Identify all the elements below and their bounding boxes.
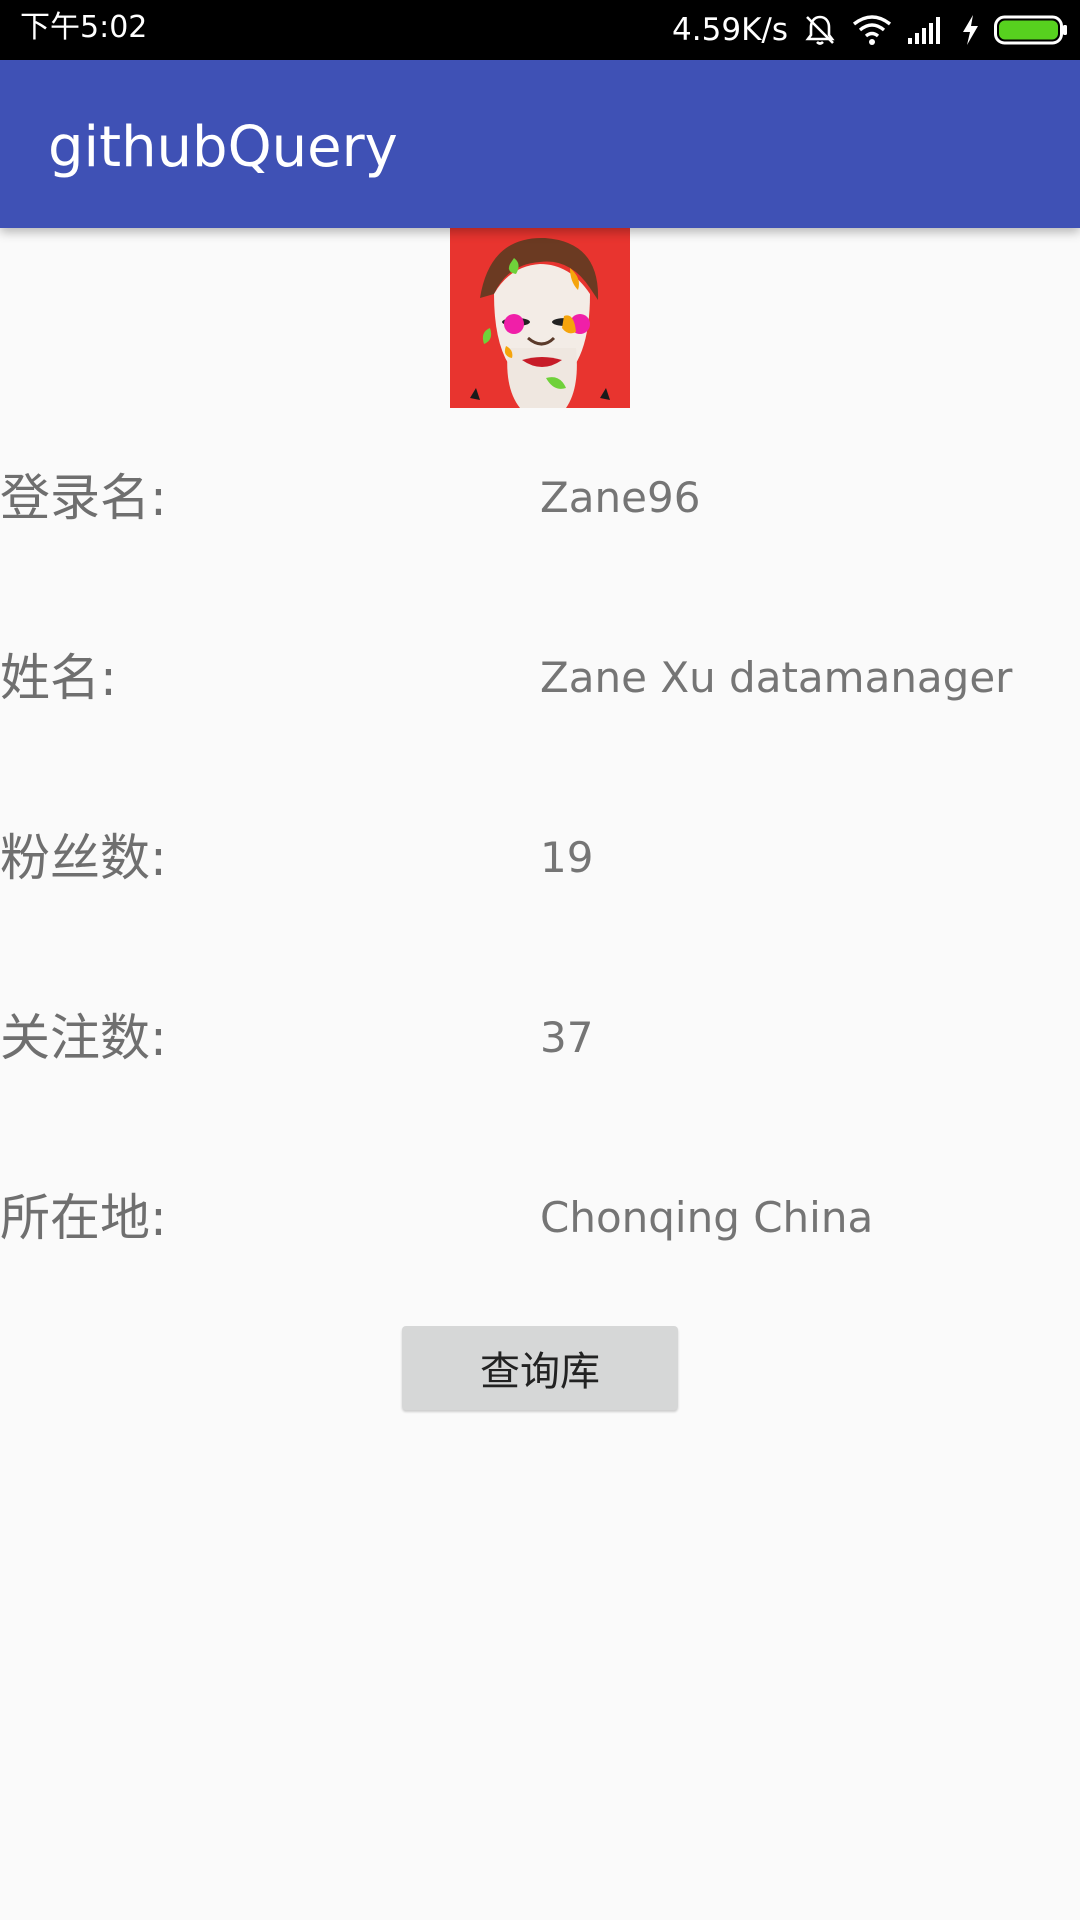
name-value: Zane Xu datamanager: [540, 653, 1013, 702]
login-name-value: Zane96: [540, 473, 701, 522]
followers-label: 粉丝数:: [0, 829, 167, 887]
name-label: 姓名:: [0, 649, 117, 707]
following-label: 关注数:: [0, 1009, 167, 1067]
signal-icon: [906, 14, 946, 46]
charging-icon: [960, 14, 980, 46]
location-label: 所在地:: [0, 1189, 167, 1247]
wifi-icon: [852, 14, 892, 46]
query-repos-button[interactable]: 查询库: [402, 1326, 678, 1410]
network-speed: 4.59K/s: [672, 12, 788, 48]
status-icons: 4.59K/s: [672, 8, 1068, 52]
followers-value: 19: [540, 833, 594, 882]
user-avatar: [450, 228, 630, 408]
status-time: 下午5:02: [20, 10, 148, 45]
battery-icon: [994, 15, 1068, 45]
app-bar: githubQuery: [0, 60, 1080, 228]
location-value: Chonqing China: [540, 1193, 874, 1242]
following-value: 37: [540, 1013, 594, 1062]
login-name-label: 登录名:: [0, 469, 167, 527]
mute-icon: [802, 12, 838, 48]
status-bar: 下午5:02 4.59K/s: [0, 0, 1080, 60]
app-title: githubQuery: [48, 115, 398, 180]
